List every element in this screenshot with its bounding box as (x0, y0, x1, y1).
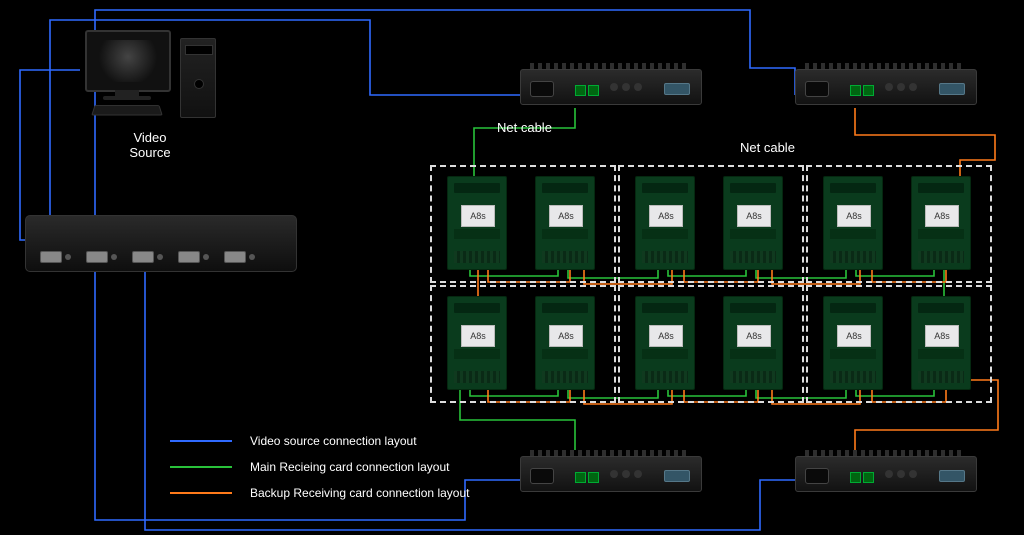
rj45-port-icon (588, 85, 599, 96)
card-header-strip (730, 229, 776, 239)
card-chip-label: A8s (549, 325, 583, 347)
monitor-base (103, 96, 151, 100)
sending-card-bottom-right (795, 450, 975, 500)
card-chip-label: A8s (737, 205, 771, 227)
card-chip-label: A8s (649, 325, 683, 347)
dvi-port-icon (664, 83, 690, 95)
rj45-port-icon (863, 472, 874, 483)
rj45-port-icon (863, 85, 874, 96)
diagram-stage: Video Source Net cable Net cable Video s… (0, 0, 1024, 535)
card-header-strip (730, 349, 776, 359)
net-cable-label-right: Net cable (740, 140, 795, 155)
legend-swatch-backup (170, 492, 232, 494)
receiving-card-r1-c2: A8s (635, 296, 695, 390)
sending-card-top-left (520, 63, 700, 113)
receiving-card-r1-c0: A8s (447, 296, 507, 390)
knob-icon (897, 83, 905, 91)
card-header-strip (454, 229, 500, 239)
card-header-strip (830, 349, 876, 359)
legend-swatch-main (170, 466, 232, 468)
power-plug-icon (805, 81, 829, 97)
sending-card-bottom-left (520, 450, 700, 500)
card-chip-label: A8s (837, 325, 871, 347)
video-source-label: Video Source (105, 130, 195, 160)
receiving-card-r0-c2: A8s (635, 176, 695, 270)
receiving-card-r0-c0: A8s (447, 176, 507, 270)
receiving-card-r1-c4: A8s (823, 296, 883, 390)
knob-icon (885, 83, 893, 91)
rj45-port-icon (850, 85, 861, 96)
dvi-port-icon (224, 251, 246, 263)
card-chip-label: A8s (925, 205, 959, 227)
card-header-strip (454, 349, 500, 359)
knob-icon (634, 83, 642, 91)
power-plug-icon (530, 468, 554, 484)
knob-icon (909, 470, 917, 478)
receiving-card-r0-c1: A8s (535, 176, 595, 270)
receiving-card-r1-c5: A8s (911, 296, 971, 390)
knob-icon (634, 470, 642, 478)
knob-icon (885, 470, 893, 478)
receiving-card-r0-c5: A8s (911, 176, 971, 270)
splitter-ports (40, 251, 246, 263)
card-header-strip (542, 229, 588, 239)
knob-icon (897, 470, 905, 478)
dvi-port-icon (132, 251, 154, 263)
card-chip-label: A8s (461, 205, 495, 227)
power-plug-icon (805, 468, 829, 484)
card-header-strip (918, 229, 964, 239)
rj45-port-icon (575, 472, 586, 483)
legend: Video source connection layout Main Reci… (170, 428, 469, 506)
rj45-port-icon (850, 472, 861, 483)
receiving-card-r1-c3: A8s (723, 296, 783, 390)
card-header-strip (542, 349, 588, 359)
receiving-card-r0-c4: A8s (823, 176, 883, 270)
rj45-port-icon (575, 85, 586, 96)
pc-tower-icon (180, 38, 216, 118)
card-chip-label: A8s (549, 205, 583, 227)
card-chip-label: A8s (737, 325, 771, 347)
dvi-port-icon (664, 470, 690, 482)
legend-swatch-video (170, 440, 232, 442)
card-chip-label: A8s (837, 205, 871, 227)
card-header-strip (830, 229, 876, 239)
video-source-computer (85, 30, 220, 130)
knob-icon (622, 470, 630, 478)
legend-text-video: Video source connection layout (250, 434, 417, 448)
knob-icon (909, 83, 917, 91)
receiving-card-r1-c1: A8s (535, 296, 595, 390)
dvi-port-icon (40, 251, 62, 263)
card-chip-label: A8s (925, 325, 959, 347)
sending-card-top-right (795, 63, 975, 113)
dvi-port-icon (939, 83, 965, 95)
knob-icon (610, 470, 618, 478)
card-header-strip (642, 349, 688, 359)
rj45-port-icon (588, 472, 599, 483)
card-chip-label: A8s (649, 205, 683, 227)
monitor-icon (85, 30, 171, 92)
keyboard-icon (91, 105, 163, 115)
card-header-strip (918, 349, 964, 359)
card-chip-label: A8s (461, 325, 495, 347)
dvi-port-icon (939, 470, 965, 482)
legend-row-main: Main Recieing card connection layout (170, 454, 469, 480)
card-header-strip (642, 229, 688, 239)
knob-icon (622, 83, 630, 91)
legend-text-backup: Backup Receiving card connection layout (250, 486, 469, 500)
video-splitter (25, 215, 297, 272)
dvi-port-icon (178, 251, 200, 263)
legend-text-main: Main Recieing card connection layout (250, 460, 449, 474)
net-cable-label-left: Net cable (497, 120, 552, 135)
legend-row-backup: Backup Receiving card connection layout (170, 480, 469, 506)
legend-row-video: Video source connection layout (170, 428, 469, 454)
receiving-card-r0-c3: A8s (723, 176, 783, 270)
knob-icon (610, 83, 618, 91)
dvi-port-icon (86, 251, 108, 263)
power-plug-icon (530, 81, 554, 97)
